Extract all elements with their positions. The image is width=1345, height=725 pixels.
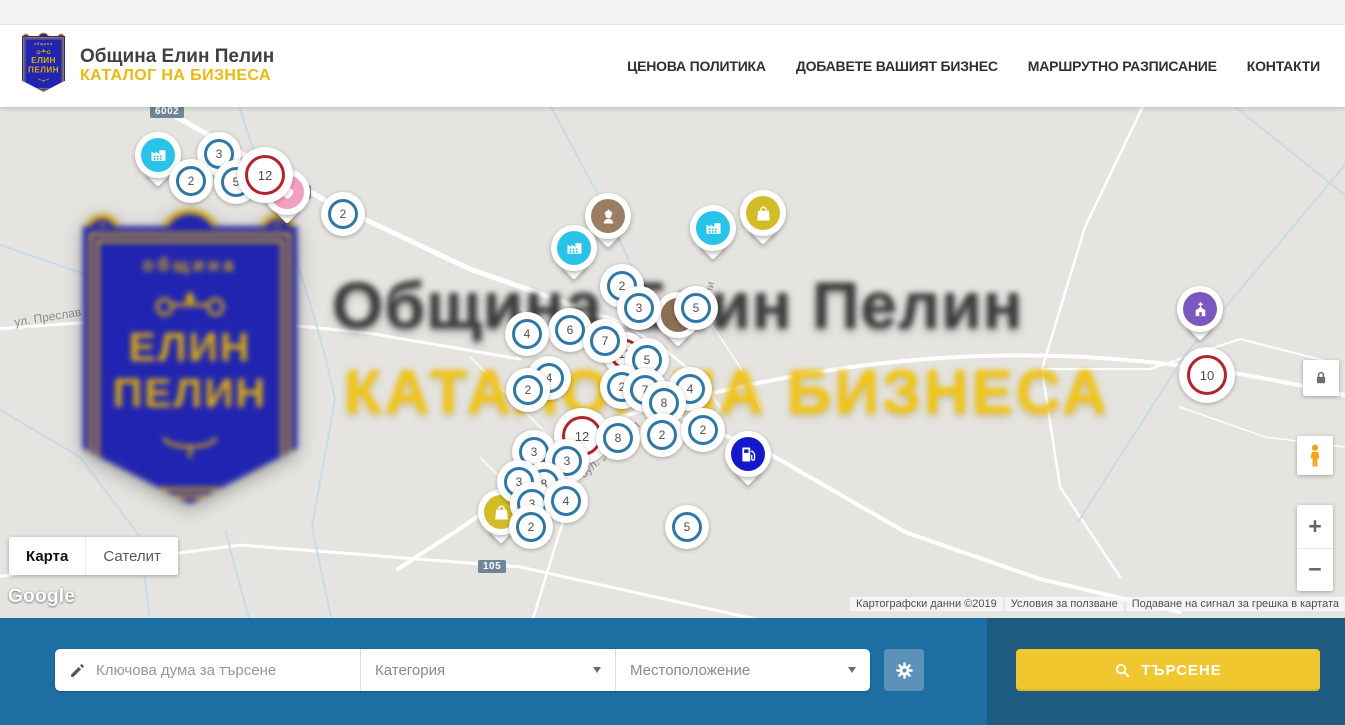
street-view-pegman-button[interactable] <box>1297 436 1333 475</box>
category-select[interactable]: Категория <box>360 649 615 691</box>
church-icon <box>1190 299 1211 320</box>
main-nav: ЦЕНОВА ПОЛИТИКА ДОБАВЕТЕ ВАШИЯТ БИЗНЕС М… <box>627 58 1320 74</box>
keyword-search-input[interactable] <box>96 662 348 679</box>
emblem-top-text: община <box>34 41 53 45</box>
emblem-flourish-icon <box>36 76 50 84</box>
advanced-settings-button[interactable] <box>884 649 924 691</box>
brand-logo[interactable]: община ЕЛИН ПЕ <box>22 36 274 96</box>
pegman-icon <box>1304 443 1326 469</box>
pencil-icon <box>69 662 86 679</box>
satellite-view-button[interactable]: Сателит <box>85 537 178 575</box>
emblem-name-line1: ЕЛИН <box>31 55 56 64</box>
nav-item-contacts[interactable]: КОНТАКТИ <box>1247 58 1320 74</box>
chevron-down-icon <box>848 667 856 673</box>
search-input-group: Категория Местоположение <box>55 649 870 691</box>
worker-icon <box>598 206 619 227</box>
nav-item-schedule[interactable]: МАРШРУТНО РАЗПИСАНИЕ <box>1028 58 1217 74</box>
chevron-down-icon <box>593 667 601 673</box>
shopping-bag-icon <box>491 502 512 523</box>
map-view-button[interactable]: Карта <box>9 537 85 575</box>
municipality-emblem: община ЕЛИН ПЕ <box>22 36 69 96</box>
gear-icon <box>894 660 915 681</box>
factory-icon <box>564 238 585 259</box>
lock-icon <box>1312 369 1330 387</box>
fuel-pump-icon <box>738 444 759 465</box>
nav-item-pricing[interactable]: ЦЕНОВА ПОЛИТИКА <box>627 58 766 74</box>
emblem-name-line2: ПЕЛИН <box>28 65 59 74</box>
zoom-control: + − <box>1297 505 1333 591</box>
map-type-control: Карта Сателит <box>9 537 178 575</box>
search-button[interactable]: ТЪРСЕНЕ <box>1016 649 1320 691</box>
site-subtitle: КАТАЛОГ НА БИЗНЕСА <box>80 67 274 85</box>
search-button-label: ТЪРСЕНЕ <box>1141 662 1222 679</box>
search-bar: Категория Местоположение <box>0 618 1345 725</box>
google-logo[interactable]: Google <box>8 586 75 608</box>
category-select-label: Категория <box>375 662 445 679</box>
nav-item-add-business[interactable]: ДОБАВЕТЕ ВАШИЯТ БИЗНЕС <box>796 58 998 74</box>
map-attribution: Картографски данни ©2019 Условия за полз… <box>850 597 1345 611</box>
shopping-bag-icon <box>753 203 774 224</box>
factory-icon <box>703 218 724 239</box>
zoom-in-button[interactable]: + <box>1297 505 1333 549</box>
site-header: община ЕЛИН ПЕ <box>0 0 1345 107</box>
lock-control-button[interactable] <box>1303 360 1339 396</box>
location-select-label: Местоположение <box>630 662 750 679</box>
site-title: Община Елин Пелин <box>80 46 274 68</box>
attribution-terms-link[interactable]: Условия за ползване <box>1005 597 1124 611</box>
factory-icon <box>148 145 169 166</box>
location-select[interactable]: Местоположение <box>615 649 870 691</box>
attribution-report-error-link[interactable]: Подаване на сигнал за грешка в картата <box>1126 597 1345 611</box>
keyword-section <box>55 649 360 691</box>
map-canvas[interactable]: 6002 105 ул. Преслав бул. „Новосел ции о… <box>0 107 1345 618</box>
attribution-copyright: Картографски данни ©2019 <box>850 597 1003 611</box>
page: община ЕЛИН ПЕ <box>0 0 1345 725</box>
zoom-out-button[interactable]: − <box>1297 549 1333 592</box>
emblem-flourish-icon <box>35 47 51 54</box>
top-strip <box>0 0 1345 25</box>
markers-layer: 325122235641375422748221283383342510 <box>0 107 1345 618</box>
search-icon <box>1114 662 1131 679</box>
